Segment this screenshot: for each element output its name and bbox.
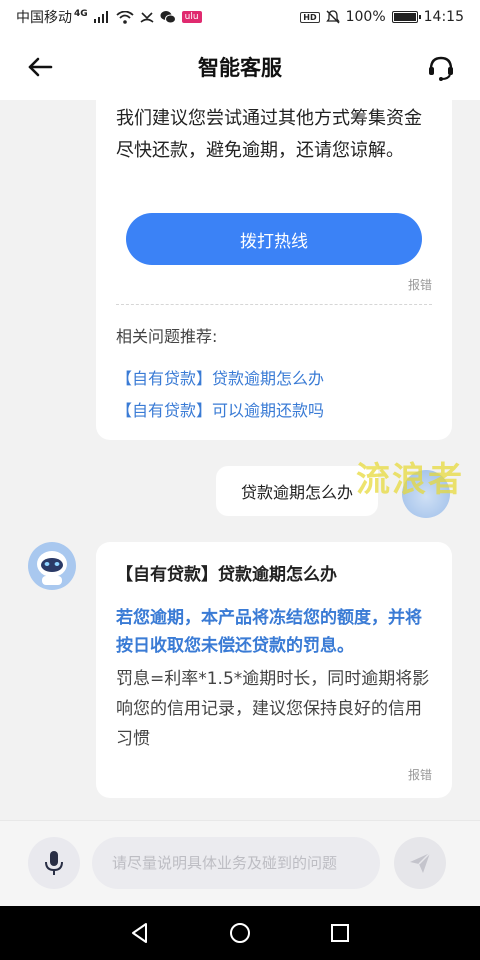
related-questions-title: 相关问题推荐:: [116, 327, 218, 346]
report-error-link[interactable]: 报错: [408, 276, 432, 293]
robot-avatar-icon: [28, 542, 76, 590]
message-input[interactable]: [92, 837, 380, 889]
nav-home-icon[interactable]: [228, 921, 252, 945]
battery-percent: 100%: [345, 9, 386, 25]
report-error-link[interactable]: 报错: [408, 766, 432, 783]
hd-badge: HD: [300, 11, 320, 23]
carrier-label: 中国移动: [16, 10, 72, 26]
answer-title: 【自有贷款】贷款逾期怎么办: [116, 565, 337, 585]
user-message-text: 贷款逾期怎么办: [240, 483, 353, 502]
chat-area[interactable]: 我们建议您尝试通过其他方式筹集资金尽快还款，避免逾期，还请您谅解。 拨打热线 报…: [0, 100, 480, 820]
app-header: 智能客服: [0, 34, 480, 100]
microphone-icon: [45, 851, 63, 875]
battery-icon: [391, 11, 421, 23]
answer-body: 罚息=利率*1.5*逾期时长，同时逾期将影响您的信用记录，建议您保持良好的信用习…: [116, 669, 430, 749]
watermark-text: 流浪者: [356, 460, 464, 500]
send-button[interactable]: [394, 837, 446, 889]
user-message-bubble: 贷款逾期怎么办: [216, 466, 378, 516]
wifi-icon: [116, 10, 134, 24]
send-icon: [410, 852, 431, 873]
call-hotline-button[interactable]: 拨打热线: [126, 213, 422, 265]
bot-message-card: 我们建议您尝试通过其他方式筹集资金尽快还款，避免逾期，还请您谅解。 拨打热线 报…: [96, 100, 452, 440]
related-question-link[interactable]: 【自有贷款】贷款逾期怎么办: [116, 365, 324, 389]
missed-call-icon: [140, 12, 154, 23]
related-question-link[interactable]: 【自有贷款】可以逾期还款吗: [116, 397, 324, 421]
signal-icon: [93, 11, 108, 23]
page-title: 智能客服: [198, 56, 282, 80]
input-bar: [0, 820, 480, 906]
mute-icon: [325, 10, 340, 24]
arrow-left-icon: [28, 57, 53, 77]
voice-input-button[interactable]: [28, 837, 80, 889]
system-nav-bar: [0, 906, 480, 960]
headset-icon: [429, 56, 453, 81]
status-bar: 中国移动 4G ulu HD 100% 14:15: [0, 0, 480, 34]
divider: [116, 304, 432, 305]
bot-answer-card: 【自有贷款】贷款逾期怎么办 若您逾期，本产品将冻结您的额度，并将按日收取您未偿还…: [96, 542, 452, 798]
app-badge: ulu: [181, 11, 202, 23]
bot-message-text: 我们建议您尝试通过其他方式筹集资金尽快还款，避免逾期，还请您谅解。: [116, 108, 422, 161]
wechat-icon: [160, 11, 176, 24]
network-label: 4G: [74, 9, 88, 19]
nav-back-icon[interactable]: [128, 921, 152, 945]
human-agent-button[interactable]: [424, 51, 458, 85]
answer-highlight: 若您逾期，本产品将冻结您的额度，并将按日收取您未偿还贷款的罚息。: [116, 608, 422, 656]
nav-recents-icon[interactable]: [328, 921, 352, 945]
back-button[interactable]: [24, 51, 56, 83]
bot-avatar: [28, 542, 76, 590]
clock: 14:15: [423, 9, 464, 25]
